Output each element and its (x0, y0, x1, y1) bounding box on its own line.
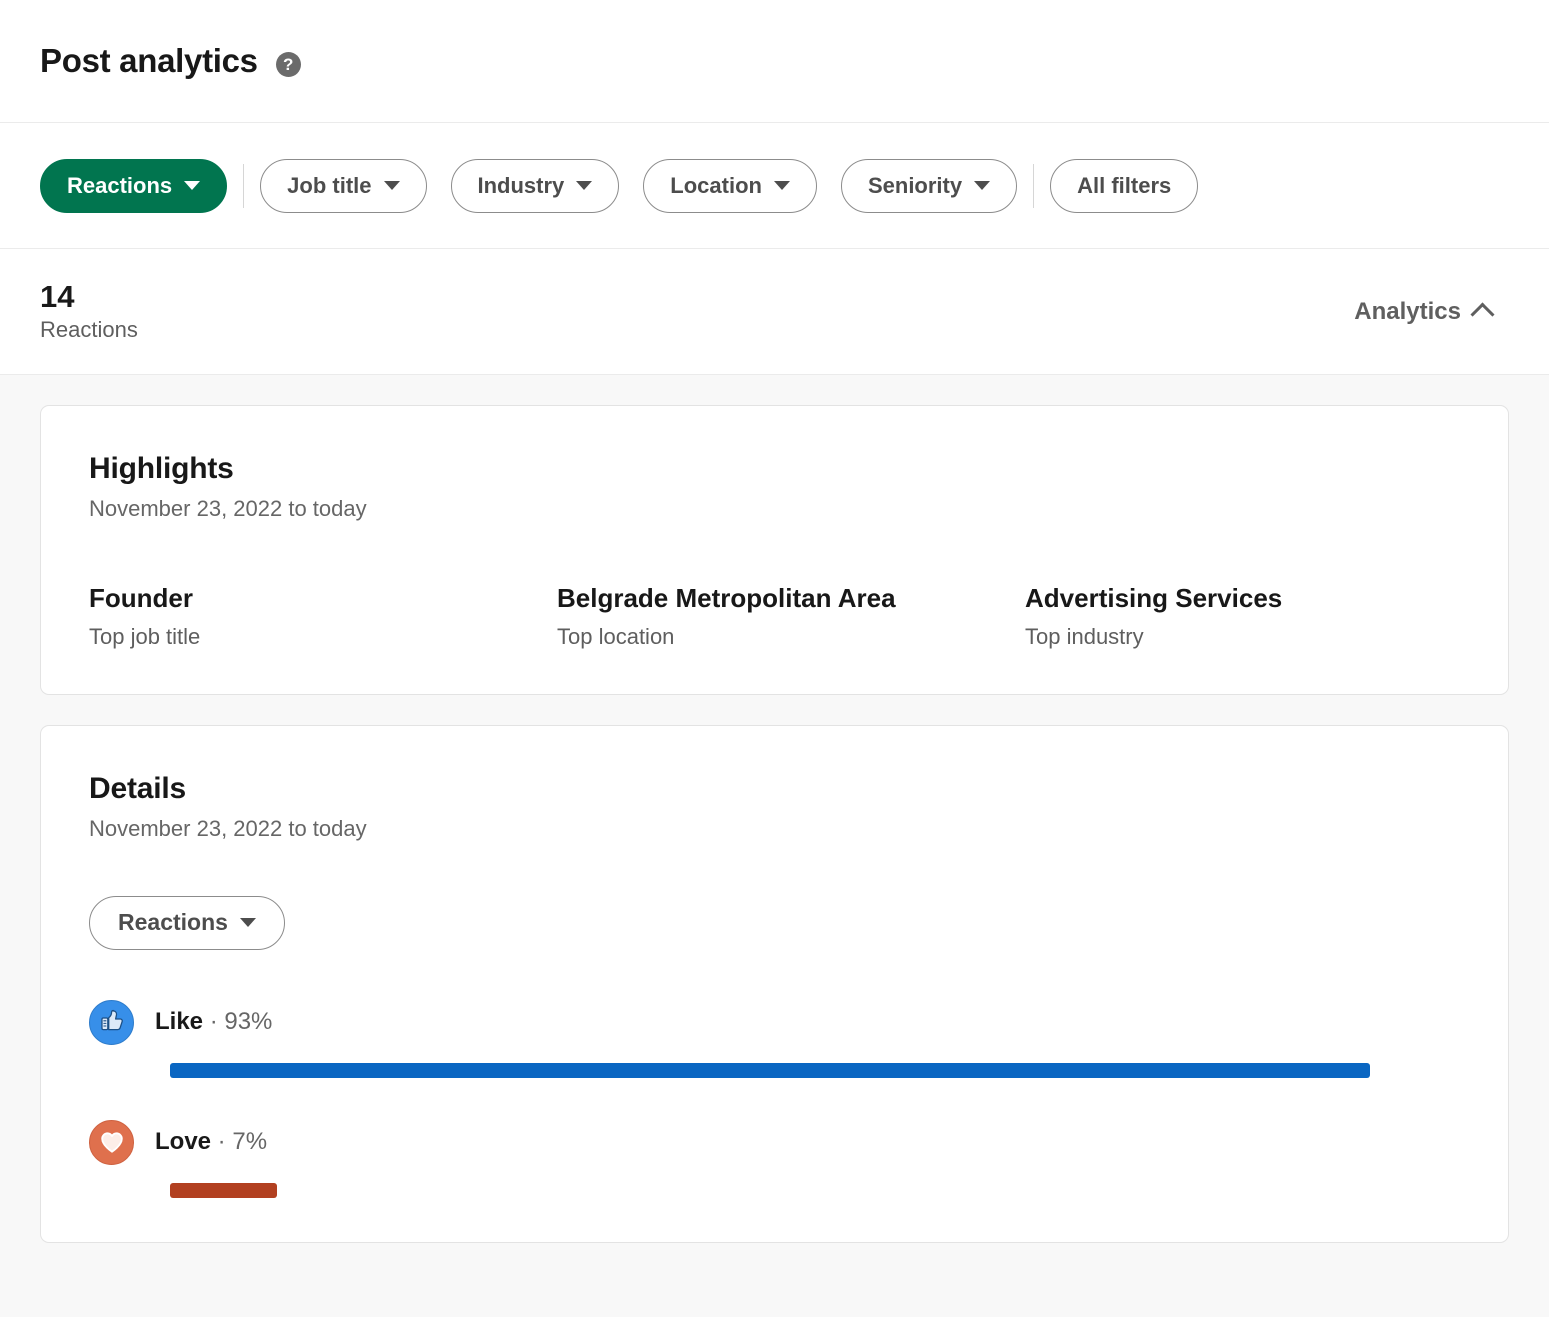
chevron-down-icon (184, 181, 201, 190)
filter-job-title-label: Job title (287, 172, 372, 198)
filter-seniority-label: Seniority (867, 172, 963, 198)
highlight-label: Top job title (89, 623, 201, 649)
reaction-bar-fill (170, 1182, 278, 1198)
chevron-down-icon (773, 181, 790, 190)
highlights-card: Highlights November 23, 2022 to today Fo… (40, 405, 1509, 695)
page-header: Post analytics ? (0, 0, 1549, 123)
filter-bar: Reactions Job title Industry Location Se… (0, 123, 1549, 249)
highlights-date-range: November 23, 2022 to today (89, 496, 367, 521)
analytics-toggle-label: Analytics (1354, 297, 1461, 325)
details-dropdown-wrap: Reactions (89, 895, 1460, 950)
highlights-grid: Founder Top job title Belgrade Metropoli… (89, 582, 1460, 650)
chevron-down-icon (239, 918, 256, 927)
highlights-title: Highlights (89, 452, 234, 485)
details-date-range: November 23, 2022 to today (89, 815, 367, 841)
chevron-down-icon (383, 181, 400, 190)
reaction-breakdown-chart: Like · 93% Love · 7% (89, 999, 1460, 1198)
highlight-top-industry: Advertising Services Top industry (1025, 582, 1460, 650)
filter-industry-label: Industry (477, 172, 565, 198)
filter-reactions-label: Reactions (67, 172, 173, 198)
filter-divider (1033, 163, 1035, 208)
filter-all-filters-label: All filters (1077, 172, 1172, 198)
reactions-count-label: Reactions (40, 317, 138, 343)
chevron-up-icon (1470, 302, 1495, 327)
reactions-count: 14 (40, 279, 75, 315)
reaction-bar-track (170, 1182, 1460, 1198)
filter-location[interactable]: Location (643, 158, 817, 213)
filter-seniority[interactable]: Seniority (840, 158, 1018, 213)
highlight-label: Top location (557, 623, 675, 649)
filter-job-title[interactable]: Job title (260, 158, 427, 213)
chevron-down-icon (576, 181, 593, 190)
reaction-bar-track (170, 1062, 1460, 1078)
highlight-value: Advertising Services (1025, 583, 1283, 613)
details-reactions-dropdown[interactable]: Reactions (89, 895, 285, 950)
chevron-down-icon (974, 181, 991, 190)
analytics-content: Highlights November 23, 2022 to today Fo… (0, 375, 1549, 1243)
filter-reactions-selected[interactable]: Reactions (40, 158, 228, 213)
highlight-value: Belgrade Metropolitan Area (557, 583, 896, 613)
summary-strip: 14 Reactions Analytics (0, 249, 1549, 375)
filter-divider (243, 163, 245, 208)
reaction-label: Like · 93% (155, 1008, 273, 1035)
filter-location-label: Location (670, 172, 762, 198)
reaction-header: Like · 93% (89, 999, 1460, 1045)
filter-industry[interactable]: Industry (450, 158, 620, 213)
analytics-collapse-toggle[interactable]: Analytics (1354, 297, 1509, 327)
details-title: Details (89, 771, 186, 805)
reactions-metric: 14 Reactions (40, 279, 138, 343)
reaction-header: Love · 7% (89, 1119, 1460, 1165)
highlight-value: Founder (89, 583, 193, 613)
heart-icon (89, 1119, 134, 1165)
highlight-top-job-title: Founder Top job title (89, 582, 557, 650)
help-question-icon[interactable]: ? (275, 51, 301, 77)
details-reactions-dropdown-label: Reactions (118, 909, 228, 935)
reaction-row: Love · 7% (89, 1119, 1460, 1198)
details-card: Details November 23, 2022 to today React… (40, 724, 1509, 1243)
highlight-label: Top industry (1025, 623, 1144, 649)
reaction-row: Like · 93% (89, 999, 1460, 1078)
reaction-label: Love · 7% (155, 1128, 268, 1155)
page-title: Post analytics (40, 42, 258, 79)
reaction-bar-fill (170, 1062, 1370, 1078)
thumbs-up-icon (89, 999, 134, 1045)
filter-all-filters-button[interactable]: All filters (1050, 158, 1199, 213)
highlight-top-location: Belgrade Metropolitan Area Top location (557, 582, 1025, 650)
